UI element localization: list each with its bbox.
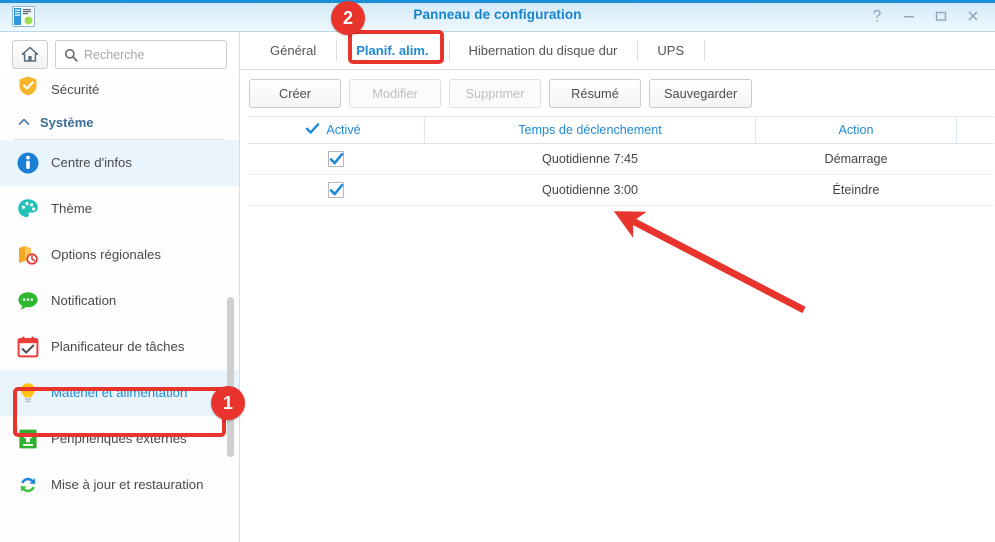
column-header-label: Activé <box>326 123 361 137</box>
sidebar-item-mise-a-jour-et-restauration[interactable]: Mise à jour et restauration <box>0 462 239 508</box>
tab-divider <box>704 40 706 61</box>
sidebar-item-label: Thème <box>51 201 93 217</box>
table-row[interactable]: Quotidienne 3:00 Éteindre <box>248 175 994 206</box>
sidebar: Recherche Sécurité Système Centre d'info… <box>0 32 240 542</box>
tab-planif-alim[interactable]: Planif. alim. <box>336 32 448 69</box>
maximize-button[interactable] <box>927 4 955 28</box>
window-titlebar: Panneau de configuration <box>0 0 995 32</box>
table-row[interactable]: Quotidienne 7:45 Démarrage <box>248 144 994 175</box>
row-enabled-cell[interactable] <box>248 175 424 205</box>
tab-ups[interactable]: UPS <box>637 32 704 69</box>
tab-general[interactable]: Général <box>250 32 336 69</box>
creer-button[interactable]: Créer <box>249 78 341 108</box>
sidebar-item-label: Centre d'infos <box>51 155 132 171</box>
sidebar-group-systeme[interactable]: Système <box>0 105 239 139</box>
sidebar-item-centre-dinfos[interactable]: Centre d'infos <box>0 140 239 186</box>
tab-bar: Général Planif. alim. Hibernation du dis… <box>240 32 995 70</box>
select-all-checkbox[interactable] <box>305 122 321 138</box>
row-trigger-time: Quotidienne 3:00 <box>542 183 638 197</box>
sidebar-item-label: Périphériques externes <box>51 431 187 447</box>
sidebar-item-label: Matériel et alimentation <box>51 385 188 401</box>
regional-options-icon <box>16 243 40 267</box>
shield-icon <box>16 75 40 98</box>
sidebar-item-label: Notification <box>51 293 117 309</box>
sidebar-nav-scroll[interactable]: Sécurité Système Centre d'infos Thème Op… <box>0 75 239 542</box>
sidebar-scrollbar[interactable] <box>227 297 234 457</box>
minimize-button[interactable] <box>895 4 923 28</box>
grid-toolbar: Créer Modifier Supprimer Résumé Sauvegar… <box>240 70 995 116</box>
row-action-label: Éteindre <box>832 183 880 197</box>
chat-bubble-icon <box>16 289 40 313</box>
control-panel-window: Panneau de configuration Recherche Sécur… <box>0 0 995 542</box>
column-header-extra <box>957 117 994 143</box>
refresh-icon <box>16 473 40 497</box>
home-button[interactable] <box>12 40 48 69</box>
sidebar-search-row: Recherche <box>0 32 239 76</box>
supprimer-button: Supprimer <box>449 78 541 108</box>
help-button[interactable] <box>863 4 891 28</box>
search-input[interactable]: Recherche <box>55 40 227 69</box>
close-button[interactable] <box>959 4 987 28</box>
sidebar-item-peripheriques-externes[interactable]: Périphériques externes <box>0 416 239 462</box>
calendar-check-icon <box>16 335 40 359</box>
resume-button[interactable]: Résumé <box>549 78 641 108</box>
sidebar-group-label: Système <box>40 114 94 130</box>
lightbulb-icon <box>16 381 40 405</box>
search-placeholder: Recherche <box>84 47 145 62</box>
search-icon <box>64 48 78 62</box>
info-icon <box>16 151 40 175</box>
sidebar-item-materiel-et-alimentation[interactable]: Matériel et alimentation <box>0 370 239 416</box>
external-device-icon <box>16 427 40 451</box>
sidebar-item-planificateur-de-taches[interactable]: Planificateur de tâches <box>0 324 239 370</box>
main-panel: Général Planif. alim. Hibernation du dis… <box>240 32 995 542</box>
schedule-grid-wrapper: Activé Temps de déclenchement Action Quo… <box>240 116 995 542</box>
sidebar-item-notification[interactable]: Notification <box>0 278 239 324</box>
schedule-grid: Activé Temps de déclenchement Action Quo… <box>248 116 994 206</box>
row-enabled-checkbox[interactable] <box>328 151 344 167</box>
sidebar-item-label: Options régionales <box>51 247 161 263</box>
row-extra <box>957 144 994 174</box>
sauvegarder-button[interactable]: Sauvegarder <box>649 78 753 108</box>
chevron-up-icon <box>18 118 30 125</box>
row-action-label: Démarrage <box>824 152 888 166</box>
modifier-button: Modifier <box>349 78 441 108</box>
row-trigger-time: Quotidienne 7:45 <box>542 152 638 166</box>
window-title: Panneau de configuration <box>413 7 582 22</box>
row-enabled-cell[interactable] <box>248 144 424 174</box>
row-action[interactable]: Démarrage <box>756 144 956 174</box>
sidebar-item-options-regionales[interactable]: Options régionales <box>0 232 239 278</box>
palette-icon <box>16 197 40 221</box>
sidebar-item-label: Sécurité <box>51 82 100 98</box>
row-extra <box>957 175 994 205</box>
column-header-trigger-time[interactable]: Temps de déclenchement <box>425 117 755 143</box>
sidebar-item-securite[interactable]: Sécurité <box>0 75 239 99</box>
tab-hibernation-du-disque-dur[interactable]: Hibernation du disque dur <box>448 32 638 69</box>
sidebar-item-theme[interactable]: Thème <box>0 186 239 232</box>
column-header-active[interactable]: Activé <box>248 117 424 143</box>
window-controls <box>863 0 987 31</box>
row-enabled-checkbox[interactable] <box>328 182 344 198</box>
sidebar-item-label: Mise à jour et restauration <box>51 477 204 493</box>
grid-header-row: Activé Temps de déclenchement Action <box>248 117 994 144</box>
column-header-action[interactable]: Action <box>756 117 956 143</box>
sidebar-item-label: Planificateur de tâches <box>51 339 185 355</box>
row-action[interactable]: Éteindre <box>756 175 956 205</box>
